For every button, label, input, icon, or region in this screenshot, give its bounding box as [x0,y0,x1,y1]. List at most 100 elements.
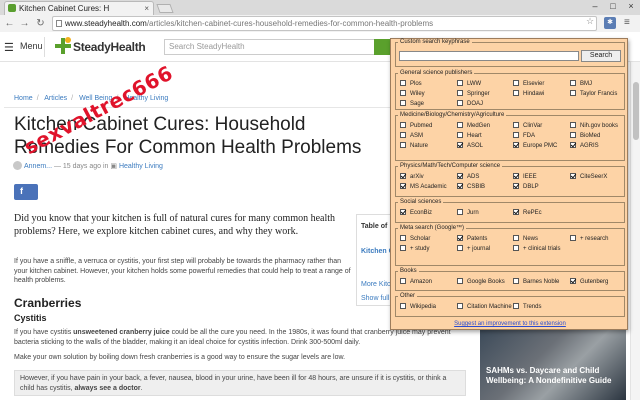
checkbox-unchecked-icon[interactable] [400,100,406,106]
option-checkbox[interactable]: Google Books [457,278,505,286]
checkbox-unchecked-icon[interactable] [400,142,406,148]
close-window-button[interactable]: × [622,0,640,13]
related-article-title[interactable]: SAHMs vs. Daycare and Child Wellbeing: A… [486,366,620,386]
checkbox-checked-icon[interactable] [457,142,463,148]
option-checkbox[interactable]: BioMed [570,132,600,140]
option-checkbox[interactable]: IEEE [513,173,537,181]
checkbox-checked-icon[interactable] [400,183,406,189]
checkbox-unchecked-icon[interactable] [457,90,463,96]
option-checkbox[interactable]: Taylor Francis [570,90,617,98]
checkbox-unchecked-icon[interactable] [513,235,519,241]
option-checkbox[interactable]: FDA [513,132,535,140]
checkbox-unchecked-icon[interactable] [513,132,519,138]
checkbox-unchecked-icon[interactable] [570,132,576,138]
checkbox-unchecked-icon[interactable] [400,235,406,241]
browser-tab[interactable]: Kitchen Cabinet Cures: H × [4,1,154,15]
page-scrollbar[interactable] [630,62,640,400]
search-button[interactable]: Search [581,50,621,62]
option-checkbox[interactable]: AGRIS [570,142,599,150]
option-checkbox[interactable]: Gutenberg [570,278,608,286]
option-checkbox[interactable]: Wikipedia [400,303,436,311]
site-logo-text[interactable]: SteadyHealth [73,40,146,54]
checkbox-checked-icon[interactable] [570,142,576,148]
option-checkbox[interactable]: + research [570,235,609,243]
checkbox-unchecked-icon[interactable] [513,80,519,86]
checkbox-checked-icon[interactable] [400,209,406,215]
option-checkbox[interactable]: CSBIB [457,183,485,191]
checkbox-unchecked-icon[interactable] [400,80,406,86]
option-checkbox[interactable]: EconBiz [400,209,432,217]
maximize-button[interactable]: □ [604,0,622,13]
option-checkbox[interactable]: DOAJ [457,100,483,108]
checkbox-unchecked-icon[interactable] [457,122,463,128]
option-checkbox[interactable]: Wiley [400,90,425,98]
option-checkbox[interactable]: Barnes Noble [513,278,559,286]
checkbox-unchecked-icon[interactable] [570,235,576,241]
option-checkbox[interactable]: Citation Machine [457,303,512,311]
option-checkbox[interactable]: CiteSeerX [570,173,607,181]
back-icon[interactable]: ← [3,17,16,30]
option-checkbox[interactable]: + clinical trials [513,245,561,253]
checkbox-unchecked-icon[interactable] [457,80,463,86]
extension-icon[interactable]: ✱ [604,17,616,29]
category-link[interactable]: Healthy Living [119,163,163,170]
option-checkbox[interactable]: ASM [400,132,423,140]
checkbox-checked-icon[interactable] [457,235,463,241]
option-checkbox[interactable]: Hindawi [513,90,544,98]
checkbox-unchecked-icon[interactable] [513,90,519,96]
checkbox-unchecked-icon[interactable] [400,90,406,96]
option-checkbox[interactable]: LWW [457,80,481,88]
option-checkbox[interactable]: Amazon [400,278,432,286]
option-checkbox[interactable]: Trends [513,303,541,311]
toc-show-full-link[interactable]: Show full [361,295,389,302]
checkbox-checked-icon[interactable] [570,278,576,284]
option-checkbox[interactable]: ADS [457,173,479,181]
menu-label[interactable]: Menu [20,41,43,51]
author-link[interactable]: Annem... [24,163,52,170]
option-checkbox[interactable]: arXiv [400,173,424,181]
option-checkbox[interactable]: Nature [400,142,428,150]
option-checkbox[interactable]: RePEc [513,209,542,217]
option-checkbox[interactable]: DBLP [513,183,539,191]
option-checkbox[interactable]: MedGen [457,122,490,130]
suggest-improvement-link[interactable]: Suggest an improvement to this extension [391,321,629,327]
checkbox-unchecked-icon[interactable] [400,278,406,284]
option-checkbox[interactable]: Patents [457,235,487,243]
checkbox-checked-icon[interactable] [513,173,519,179]
option-checkbox[interactable]: + journal [457,245,490,253]
checkbox-unchecked-icon[interactable] [400,122,406,128]
option-checkbox[interactable]: ASOL [457,142,483,150]
checkbox-unchecked-icon[interactable] [513,245,519,251]
scrollbar-thumb[interactable] [633,82,639,140]
option-checkbox[interactable]: Springer [457,90,490,98]
checkbox-unchecked-icon[interactable] [400,303,406,309]
keyphrase-input[interactable] [399,51,579,61]
option-checkbox[interactable]: Jurn [457,209,479,217]
option-checkbox[interactable]: Heart [457,132,482,140]
option-checkbox[interactable]: Plos [400,80,422,88]
checkbox-unchecked-icon[interactable] [570,90,576,96]
tab-close-icon[interactable]: × [144,2,149,15]
checkbox-unchecked-icon[interactable] [457,209,463,215]
option-checkbox[interactable]: Elsevier [513,80,544,88]
address-bar[interactable]: www.steadyhealth.com/articles/kitchen-ca… [52,16,597,31]
checkbox-unchecked-icon[interactable] [457,245,463,251]
checkbox-checked-icon[interactable] [457,183,463,189]
checkbox-checked-icon[interactable] [513,142,519,148]
option-checkbox[interactable]: Europe PMC [513,142,557,150]
checkbox-checked-icon[interactable] [513,183,519,189]
hamburger-icon[interactable]: ☰ [4,41,14,54]
bookmark-star-icon[interactable]: ☆ [586,16,594,27]
checkbox-unchecked-icon[interactable] [457,100,463,106]
checkbox-checked-icon[interactable] [513,209,519,215]
breadcrumb-home[interactable]: Home [14,95,33,102]
option-checkbox[interactable]: + study [400,245,430,253]
checkbox-unchecked-icon[interactable] [457,278,463,284]
option-checkbox[interactable]: News [513,235,538,243]
option-checkbox[interactable]: Sage [400,100,424,108]
checkbox-checked-icon[interactable] [570,173,576,179]
checkbox-unchecked-icon[interactable] [570,122,576,128]
option-checkbox[interactable]: Scholar [400,235,430,243]
option-checkbox[interactable]: Pubmed [400,122,432,130]
site-search-input[interactable]: Search SteadyHealth [164,39,386,55]
